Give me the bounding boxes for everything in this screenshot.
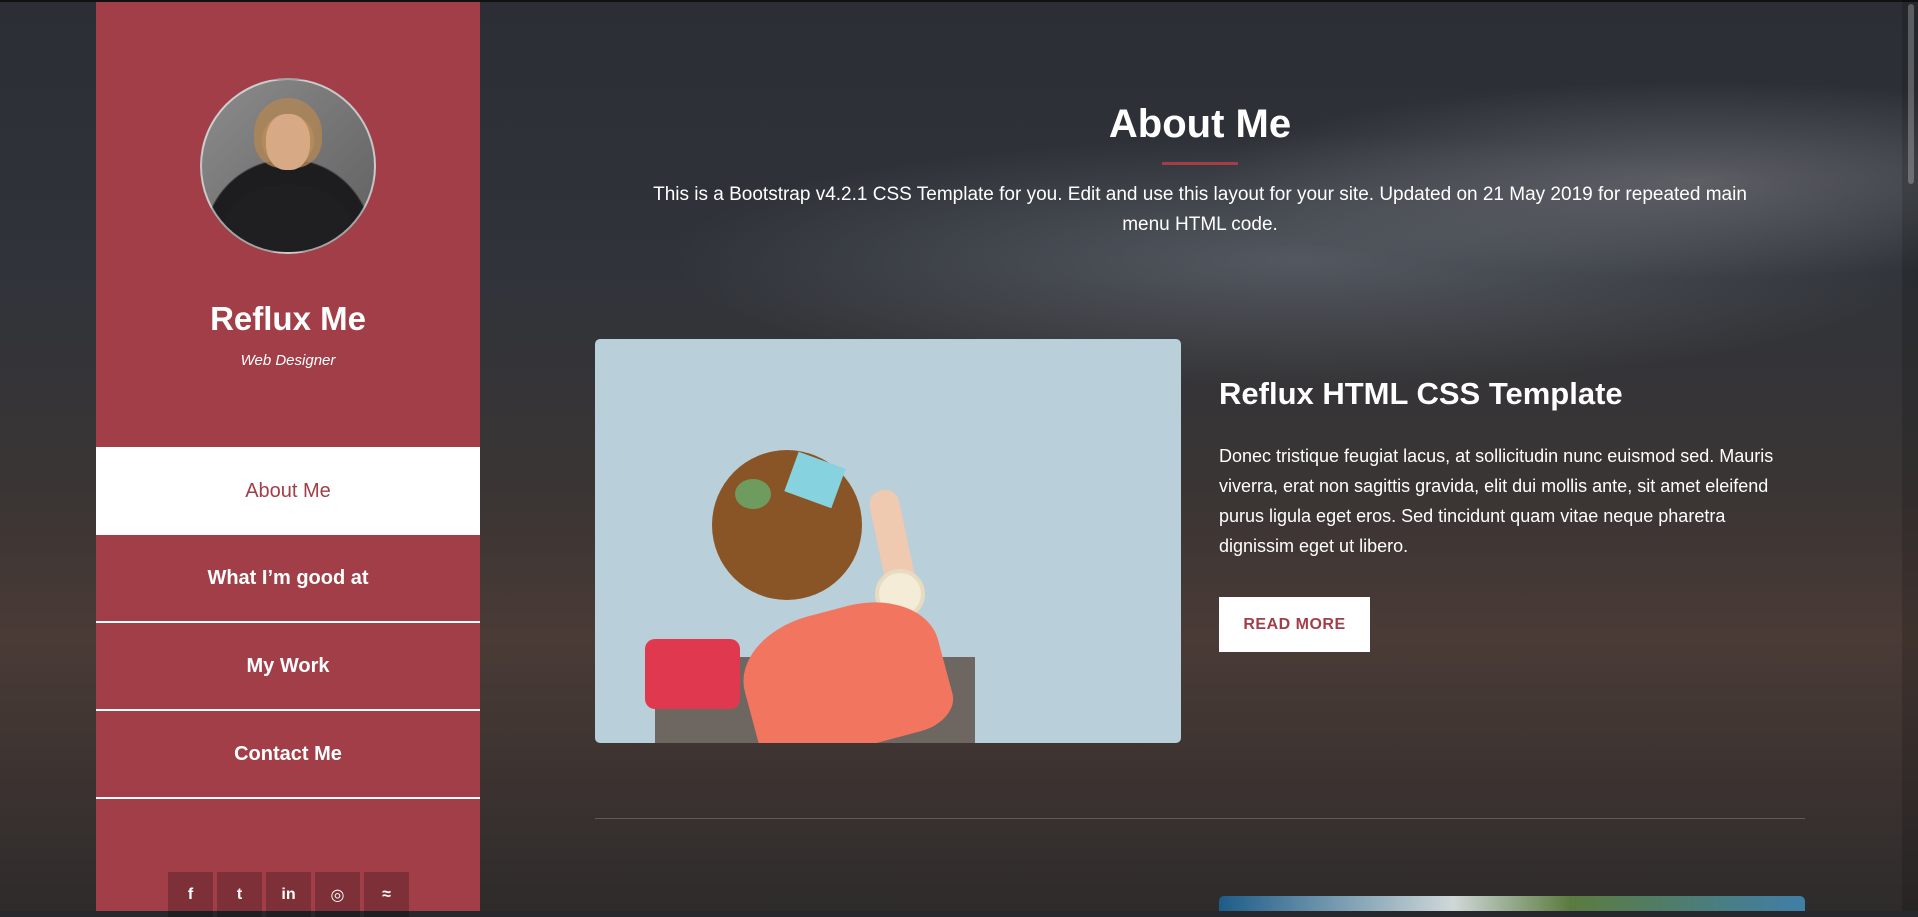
avatar-face [266, 114, 310, 170]
dribbble-icon[interactable]: ◎ [315, 872, 360, 917]
social-links: f t in ◎ ≈ [168, 872, 409, 917]
main-nav: About Me What I’m good at My Work Contac… [96, 447, 480, 799]
card-title: Reflux HTML CSS Template [1219, 376, 1623, 411]
card-text: Donec tristique feugiat lacus, at sollic… [1219, 446, 1774, 556]
profile-name: Reflux Me [210, 300, 366, 337]
nav-item-contact-me[interactable]: Contact Me [96, 711, 480, 799]
section-intro: This is a Bootstrap v4.2.1 CSS Template … [653, 184, 1747, 235]
scrollbar-thumb[interactable] [1908, 4, 1914, 184]
facebook-icon[interactable]: f [168, 872, 213, 917]
linkedin-icon[interactable]: in [266, 872, 311, 917]
section-divider [595, 818, 1805, 819]
featured-image [595, 339, 1181, 743]
scrollbar[interactable] [1902, 0, 1918, 911]
image-plant [735, 479, 771, 509]
next-card-image [1219, 896, 1805, 911]
avatar-shirt [224, 184, 352, 252]
nav-item-my-work[interactable]: My Work [96, 623, 480, 711]
section-title: About Me [1108, 102, 1292, 146]
nav-item-what-im-good-at[interactable]: What I’m good at [96, 535, 480, 623]
read-more-button[interactable]: READ MORE [1219, 597, 1370, 652]
nav-item-about-me[interactable]: About Me [96, 447, 480, 535]
title-underline [1162, 162, 1238, 165]
sidebar: Reflux Me Web Designer About Me What I’m… [96, 2, 480, 917]
image-bag [645, 639, 740, 709]
twitter-icon[interactable]: t [217, 872, 262, 917]
profile-role: Web Designer [240, 352, 336, 369]
rss-icon[interactable]: ≈ [364, 872, 409, 917]
image-dress [730, 585, 960, 743]
avatar [200, 78, 376, 254]
